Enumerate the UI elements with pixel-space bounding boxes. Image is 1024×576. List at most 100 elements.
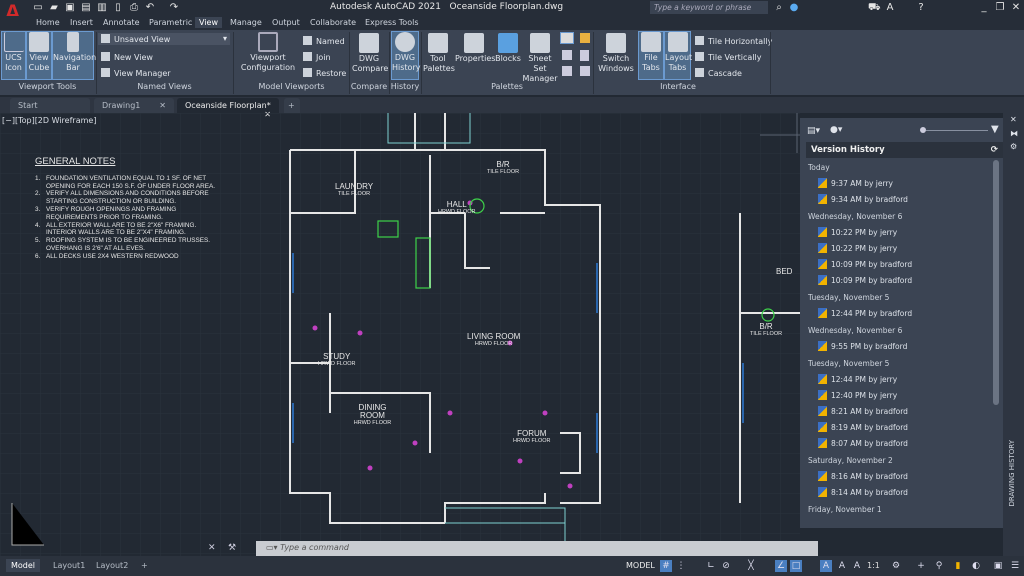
close-palette-icon[interactable]: ✕ (1010, 115, 1017, 124)
help-icon[interactable]: ? (915, 2, 927, 14)
drawing-history-palette-title[interactable]: DRAWING HISTORY (1008, 440, 1016, 507)
ortho-icon[interactable]: ∟ (705, 560, 717, 572)
filter-icon[interactable]: ▼ (991, 124, 999, 135)
doc-tab-start[interactable]: Start (10, 98, 90, 113)
clean-screen-icon[interactable]: ▣ (992, 560, 1004, 572)
plot-icon[interactable]: ▥ (96, 2, 108, 14)
tab-parametric[interactable]: Parametric (145, 17, 196, 28)
minimize-icon[interactable]: _ (978, 2, 990, 14)
layout-tab-model[interactable]: Model (6, 559, 41, 572)
object-snap-tracking-icon[interactable]: ∠ (775, 560, 787, 572)
properties-button[interactable]: Properties (455, 33, 495, 64)
viewport-controls-label[interactable]: [−][Top][2D Wireframe] (2, 116, 96, 125)
tile-horizontally-button[interactable]: Tile Horizontally (695, 36, 772, 46)
command-line-toggle-icon[interactable] (560, 32, 574, 44)
layout-tab-layout1[interactable]: Layout1 (48, 559, 90, 572)
new-icon[interactable]: ▭ (32, 2, 44, 14)
version-item[interactable]: 8:14 AM by bradford (806, 484, 996, 500)
version-item[interactable]: 9:34 AM by bradford (806, 191, 996, 207)
workspace-gear-icon[interactable]: ⚙ (890, 560, 902, 572)
doc-tab-oceanside[interactable]: Oceanside Floorplan*✕ (177, 98, 279, 119)
properties-gear-icon[interactable]: ⚙ (1010, 142, 1017, 151)
layer-icon[interactable] (562, 66, 572, 76)
version-item[interactable]: 8:19 AM by bradford (806, 419, 996, 435)
tile-vertically-button[interactable]: Tile Vertically (695, 52, 761, 62)
dwg-compare-button[interactable]: DWG Compare (352, 33, 388, 74)
version-item[interactable]: 10:09 PM by bradford (806, 256, 996, 272)
version-item[interactable]: 8:07 AM by bradford (806, 435, 996, 451)
share-icon[interactable]: ▯ (112, 2, 124, 14)
restore-icon[interactable]: ❐ (994, 2, 1006, 14)
view-manager-button[interactable]: View Manager (101, 68, 171, 78)
version-item[interactable]: 9:55 PM by bradford (806, 338, 996, 354)
version-list-scrollbar[interactable] (993, 160, 999, 405)
grid-icon[interactable]: # (660, 560, 672, 572)
restore-button[interactable]: Restore (303, 68, 346, 78)
version-item[interactable]: 8:16 AM by bradford (806, 468, 996, 484)
isolate-objects-icon[interactable]: ◐ (970, 560, 982, 572)
polar-icon[interactable]: ⊘ (720, 560, 732, 572)
version-item[interactable]: 8:21 AM by bradford (806, 403, 996, 419)
design-center-icon[interactable] (562, 50, 572, 60)
autodesk-icon[interactable]: A (884, 2, 896, 14)
save-icon[interactable]: ▣ (64, 2, 76, 14)
tab-collaborate[interactable]: Collaborate (306, 17, 360, 28)
add-layout-button[interactable]: + (136, 559, 153, 572)
version-item[interactable]: 12:44 PM by jerry (806, 371, 996, 387)
close-icon[interactable]: ✕ (1010, 2, 1022, 14)
isodraft-icon[interactable]: ╳ (745, 560, 757, 572)
panel-label-palettes[interactable]: Palettes (422, 82, 592, 91)
auto-scale-icon[interactable]: A (836, 560, 848, 572)
sheet-set-manager-button[interactable]: Sheet Set Manager (522, 33, 558, 84)
new-tab-button[interactable]: + (284, 98, 300, 113)
file-tabs-button[interactable]: File Tabs (638, 31, 664, 80)
cart-icon[interactable]: ⛟ (868, 2, 881, 14)
markup-icon[interactable] (580, 33, 590, 43)
tab-view[interactable]: View (195, 17, 222, 28)
dwg-history-button[interactable]: DWG History (391, 31, 420, 80)
open-icon[interactable]: ▰ (48, 2, 60, 14)
tool-palettes-button[interactable]: Tool Palettes (423, 33, 455, 74)
named-viewports-button[interactable]: Named (303, 36, 345, 46)
tab-output[interactable]: Output (268, 17, 304, 28)
ucs-icon-button[interactable]: UCS Icon (1, 31, 26, 80)
version-item[interactable]: 9:37 AM by jerry (806, 175, 996, 191)
close-command-icon[interactable]: ✕ (208, 543, 216, 553)
annotation-scale-dropdown[interactable]: 1:1 (867, 561, 880, 570)
version-item[interactable]: 10:22 PM by jerry (806, 224, 996, 240)
print-icon[interactable]: ⎙ (128, 2, 140, 14)
version-item[interactable]: 12:44 PM by bradford (806, 305, 996, 321)
close-tab-icon[interactable]: ✕ (159, 101, 166, 110)
view-mode-dropdown-icon[interactable]: ▤▾ (807, 126, 820, 136)
search-icon[interactable]: ⌕ (773, 2, 785, 14)
calculator-icon[interactable] (580, 50, 589, 61)
annotation-monitor-icon[interactable]: + (915, 560, 927, 572)
refresh-icon[interactable]: ⟳ (991, 145, 998, 155)
search-input[interactable]: Type a keyword or phrase (650, 1, 768, 14)
command-history-icon[interactable]: ▭▾ (266, 543, 280, 552)
named-view-dropdown[interactable]: Unsaved View ▾ (98, 33, 230, 45)
command-input[interactable]: ▭▾ Type a command (256, 541, 818, 556)
annotation-scale-icon[interactable]: A (851, 560, 863, 572)
layout-tab-layout2[interactable]: Layout2 (91, 559, 133, 572)
units-icon[interactable]: ⚲ (933, 560, 945, 572)
object-snap-icon[interactable]: □ (790, 560, 802, 572)
version-item[interactable]: 12:40 PM by jerry (806, 387, 996, 403)
save-as-icon[interactable]: ▤ (80, 2, 92, 14)
user-filter-dropdown-icon[interactable]: ●▾ (830, 125, 842, 135)
autohide-icon[interactable]: ⧓ (1010, 129, 1018, 138)
undo-icon[interactable]: ↶ (144, 2, 156, 14)
annotation-visibility-icon[interactable]: A (820, 560, 832, 572)
quick-properties-icon[interactable]: ▮ (952, 560, 964, 572)
view-cube-button[interactable]: View Cube (26, 31, 52, 80)
model-space-toggle[interactable]: MODEL (626, 561, 655, 570)
tab-home[interactable]: Home (32, 17, 64, 28)
switch-windows-button[interactable]: Switch Windows (597, 33, 635, 74)
customization-menu-icon[interactable]: ☰ (1009, 560, 1021, 572)
blocks-button[interactable]: Blocks (494, 33, 522, 64)
toolbox-icon[interactable] (580, 66, 590, 76)
user-icon[interactable]: ● (788, 2, 800, 14)
navigation-bar-button[interactable]: Navigation Bar (52, 31, 96, 80)
customize-wrench-icon[interactable]: ⚒ (228, 543, 236, 553)
tab-express-tools[interactable]: Express Tools (361, 17, 423, 28)
